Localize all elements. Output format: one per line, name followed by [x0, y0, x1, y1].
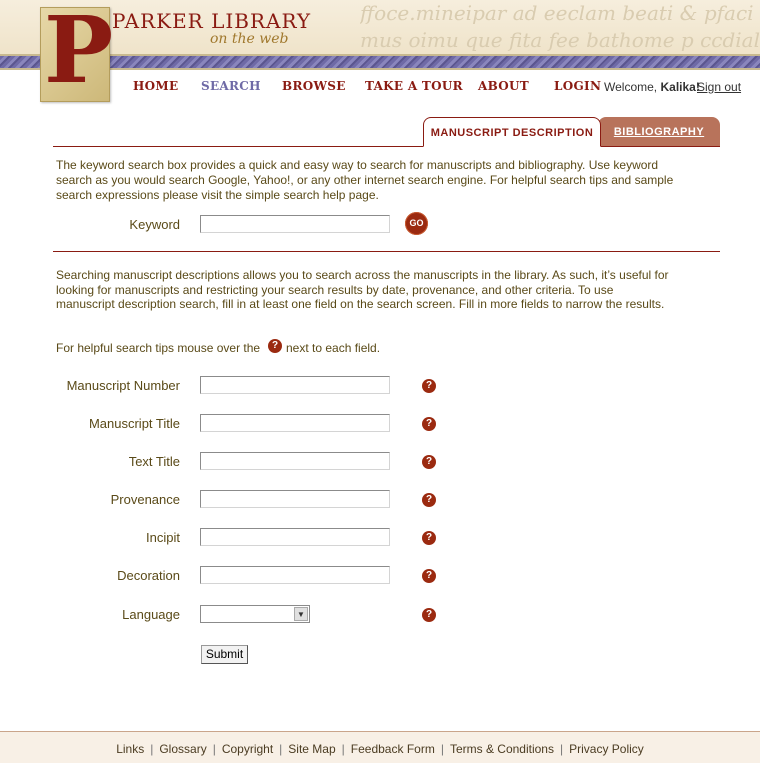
footer-separator: | — [150, 742, 154, 756]
footer-separator: | — [440, 742, 444, 756]
provenance-input[interactable] — [200, 490, 390, 508]
keyword-intro: The keyword search box provides a quick … — [56, 158, 674, 202]
provenance-help-icon[interactable]: ? — [422, 493, 436, 507]
keyword-label: Keyword — [129, 217, 180, 232]
text-title-input[interactable] — [200, 452, 390, 470]
manuscript-title-label: Manuscript Title — [88, 416, 180, 431]
decoration-help-icon[interactable]: ? — [422, 569, 436, 583]
chevron-down-icon[interactable]: ▼ — [294, 607, 308, 621]
decoration-input[interactable] — [200, 566, 390, 584]
help-icon: ? — [268, 339, 282, 353]
text-title-label: Text Title — [128, 454, 180, 469]
tabs-divider — [53, 146, 720, 147]
manuscript-title-help-icon[interactable]: ? — [422, 417, 436, 431]
welcome-message: Welcome, Kalika! — [604, 80, 700, 94]
provenance-label: Provenance — [110, 492, 180, 507]
manuscript-search-intro: Searching manuscript descriptions allows… — [56, 268, 669, 311]
manuscript-script-decoration: ffoce.mineipar ad eeclam beati & pfaci e… — [360, 0, 760, 56]
incipit-label: Incipit — [146, 530, 180, 545]
tips-text-after: next to each field. — [286, 341, 381, 355]
manuscript-number-help-icon[interactable]: ? — [422, 379, 436, 393]
language-help-icon[interactable]: ? — [422, 608, 436, 622]
nav-home[interactable]: HOME — [133, 79, 178, 93]
script-line-1: ffoce.mineipar ad eeclam beati & pfaci e… — [360, 1, 760, 25]
footer-link-site-map[interactable]: Site Map — [288, 742, 335, 756]
incipit-help-icon[interactable]: ? — [422, 531, 436, 545]
nav-search[interactable]: SEARCH — [201, 79, 261, 93]
footer-separator: | — [212, 742, 216, 756]
submit-button[interactable]: Submit — [201, 645, 248, 664]
nav-about[interactable]: ABOUT — [478, 79, 529, 93]
footer: Links | Glossary | Copyright | Site Map | Feedba… — [0, 731, 760, 763]
manuscript-number-input[interactable] — [200, 376, 390, 394]
nav-login[interactable]: LOGIN — [554, 79, 601, 93]
sign-out-link[interactable]: Sign out — [697, 80, 741, 94]
footer-separator: | — [279, 742, 283, 756]
go-button[interactable]: GO — [405, 212, 428, 235]
footer-separator: | — [341, 742, 345, 756]
footer-links: Links | Glossary | Copyright | Site Map | Feedba… — [0, 742, 760, 756]
manuscript-title-input[interactable] — [200, 414, 390, 432]
manuscript-number-label: Manuscript Number — [66, 378, 180, 393]
footer-link-copyright[interactable]: Copyright — [222, 742, 273, 756]
script-line-2: mus oimu que fita fee bathome p ccdiale — [360, 28, 760, 52]
keyword-input[interactable] — [200, 215, 390, 233]
decoration-label: Decoration — [117, 568, 180, 583]
text-title-help-icon[interactable]: ? — [422, 455, 436, 469]
welcome-prefix: Welcome, — [604, 80, 658, 94]
incipit-input[interactable] — [200, 528, 390, 546]
language-select[interactable]: ▼ — [200, 605, 310, 623]
nav-browse[interactable]: BROWSE — [282, 79, 346, 93]
section-divider — [53, 251, 720, 252]
footer-link-glossary[interactable]: Glossary — [159, 742, 206, 756]
language-label: Language — [122, 607, 180, 622]
site-title[interactable]: PARKER LIBRARY — [112, 9, 311, 33]
footer-link-links[interactable]: Links — [116, 742, 144, 756]
footer-link-feedback-form[interactable]: Feedback Form — [351, 742, 435, 756]
tab-bibliography[interactable]: BIBLIOGRAPHY — [598, 117, 720, 147]
tab-manuscript-description[interactable]: MANUSCRIPT DESCRIPTION — [423, 117, 601, 147]
user-name: Kalika! — [660, 80, 700, 94]
nav-take-a-tour[interactable]: TAKE A TOUR — [365, 79, 463, 93]
tips-text: For helpful search tips mouse over the — [56, 341, 261, 355]
footer-separator: | — [559, 742, 564, 756]
footer-link-terms[interactable]: Terms & Conditions — [450, 742, 554, 756]
site-subtitle: on the web — [210, 31, 289, 47]
decorative-band — [0, 54, 760, 70]
footer-link-privacy-policy[interactable]: Privacy Policy — [569, 742, 644, 756]
